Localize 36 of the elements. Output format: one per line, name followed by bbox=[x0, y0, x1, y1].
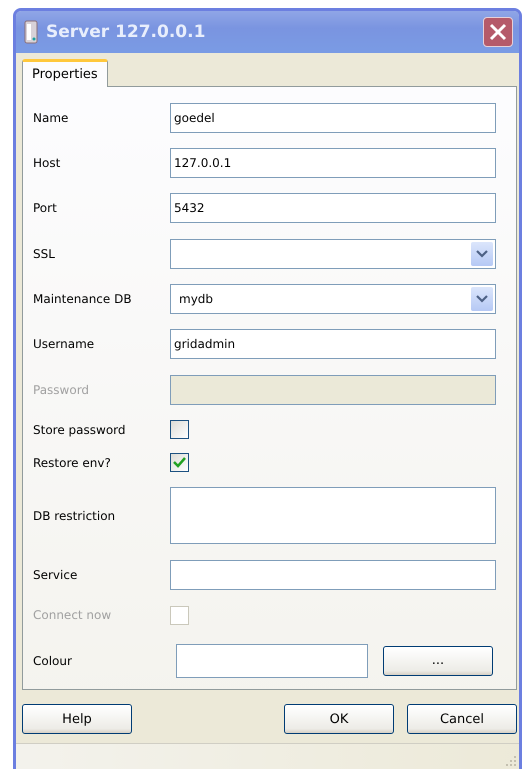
field-label: Store password bbox=[33, 422, 127, 436]
field-label: Name bbox=[33, 110, 70, 124]
field-label: Restore env? bbox=[33, 456, 112, 470]
field-label: Port bbox=[33, 201, 58, 215]
close-button[interactable] bbox=[483, 17, 513, 47]
checkbox[interactable] bbox=[170, 453, 189, 472]
dialog-button[interactable]: OK bbox=[284, 704, 394, 734]
resize-grip-icon bbox=[506, 756, 516, 766]
field-label: Username bbox=[33, 337, 96, 351]
field-label: DB restriction bbox=[33, 508, 116, 522]
field-label: SSL bbox=[33, 246, 56, 260]
dropdown[interactable]: mydb bbox=[170, 284, 496, 314]
field-label: Colour bbox=[33, 654, 73, 668]
text-field[interactable] bbox=[170, 560, 496, 590]
field-label: Connect now bbox=[33, 608, 112, 622]
text-area[interactable] bbox=[170, 487, 496, 544]
text-field[interactable]: gridadmin bbox=[170, 329, 496, 359]
field-label: Service bbox=[33, 568, 78, 582]
server-icon bbox=[24, 20, 38, 44]
chevron-icon bbox=[471, 242, 493, 266]
chevron-icon bbox=[471, 286, 493, 310]
help-button[interactable]: Help bbox=[22, 704, 132, 734]
checkbox[interactable] bbox=[170, 420, 189, 439]
dialog-button[interactable]: Cancel bbox=[407, 704, 517, 734]
window-title: Server 127.0.0.1 bbox=[46, 22, 206, 42]
tab[interactable]: Properties bbox=[22, 59, 108, 87]
field-label: Maintenance DB bbox=[33, 292, 133, 306]
colour-field[interactable] bbox=[176, 644, 368, 678]
close-icon bbox=[489, 23, 507, 41]
text-field[interactable]: 5432 bbox=[170, 193, 496, 223]
field-label: Password bbox=[33, 383, 90, 397]
browse-button[interactable]: ... bbox=[383, 646, 493, 676]
text-field[interactable]: 127.0.0.1 bbox=[170, 148, 496, 178]
field-label: Host bbox=[33, 156, 62, 170]
dropdown[interactable] bbox=[170, 238, 496, 268]
text-field[interactable]: goedel bbox=[170, 102, 496, 132]
